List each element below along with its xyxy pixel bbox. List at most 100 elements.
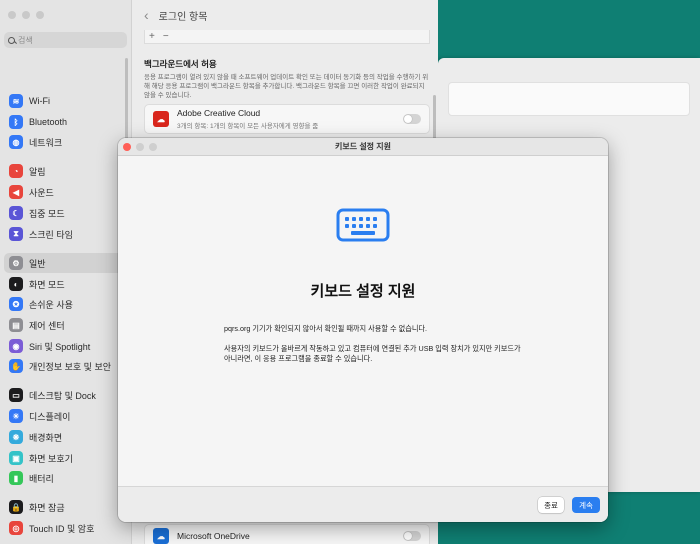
siri-icon: ◉ [9,339,23,353]
window-controls [8,11,44,19]
sidebar-item[interactable]: 🔒 화면 잠금 [4,497,128,517]
back-chevron-icon[interactable]: ‹ [144,8,149,22]
adobe-icon: ☁ [153,111,169,127]
lock-icon: 🔒 [9,500,23,514]
sidebar: ≋ Wi-Fi ᛒ Bluetooth ◍ 네트워크 ◔ 알림 ◀ 사운드 ☾ 집중 모드 ⧗ 스크린 타… [0,0,132,544]
zoom-window-button[interactable] [36,11,44,19]
item-name: Adobe Creative Cloud [177,108,261,118]
dialog-footer: 종료 계속 [118,486,608,522]
section-description: 응용 프로그램이 열려 있지 않을 때 소프트웨어 업데이트 확인 또는 데이터… [144,74,429,99]
dialog-heading: 키보드 설정 지원 [310,283,416,300]
keyboard-icon [336,208,390,242]
sidebar-item-label: Siri 및 Spotlight [29,341,91,352]
background-item-adobe: ☁ Adobe Creative Cloud 3개의 항목: 1개의 항목이 모… [144,104,430,134]
sidebar-item[interactable]: ᛒ Bluetooth [4,112,128,132]
sidebar-item-label: Wi-Fi [29,96,50,106]
dialog-minimize-button [136,143,144,151]
quit-button[interactable]: 종료 [538,497,564,513]
sidebar-item[interactable]: ▭ 데스크탑 및 Dock [4,385,128,405]
hand-icon: ✋ [9,359,23,373]
sidebar-item-label: Bluetooth [29,117,68,127]
wifi-icon: ≋ [9,94,23,108]
dialog-close-button[interactable] [123,143,131,151]
sidebar-item[interactable]: ◍ 네트워크 [4,132,128,152]
minimize-window-button[interactable] [22,11,30,19]
screensaver-icon: ▣ [9,451,23,465]
sidebar-item[interactable]: ≋ Wi-Fi [4,91,128,111]
appearance-icon: ◐ [9,277,23,291]
keyboard-setup-dialog: 키보드 설정 지원 키보드 설정 지원 pqrs.org 기기가 확인되지 않아… [118,138,608,522]
sidebar-item[interactable]: ✋ 개인정보 보호 및 보안 [4,356,128,376]
sidebar-item-label: 제어 센터 [29,320,65,331]
page-title: 로그인 항목 [158,11,208,23]
search-icon [8,36,15,44]
speaker-icon: ◀ [9,185,23,199]
sidebar-item[interactable]: ▣ 화면 보호기 [4,448,128,468]
dialog-window-title: 키보드 설정 지원 [335,142,391,151]
dialog-message-2: 사용자의 키보드가 올바르게 작동하고 있고 컴퓨터에 연결된 추가 USB 입… [224,344,521,363]
sidebar-item[interactable]: ▮ 배터리 [4,468,128,488]
search-input[interactable] [18,35,118,45]
sidebar-item[interactable]: ☀ 디스플레이 [4,406,128,426]
onedrive-icon: ☁ [153,528,169,544]
sidebar-item[interactable]: ◔ 알림 [4,161,128,181]
onedrive-toggle[interactable] [403,531,421,541]
adobe-toggle[interactable] [403,114,421,124]
item-name: Microsoft OneDrive [177,531,250,541]
sidebar-item-label: 배터리 [29,473,54,484]
dialog-titlebar: 키보드 설정 지원 [118,138,608,156]
sidebar-item-label: 배경화면 [29,432,63,443]
sidebar-item[interactable]: ❋ 배경화면 [4,427,128,447]
background-window-panel [448,82,690,116]
dock-icon: ▭ [9,388,23,402]
fingerprint-icon: ◎ [9,521,23,535]
add-item-button[interactable]: + [149,31,155,42]
sidebar-item-label: 일반 [29,258,46,269]
sidebar-item[interactable]: ▤ 제어 센터 [4,315,128,335]
sidebar-item[interactable]: ⧗ 스크린 타임 [4,224,128,244]
dialog-message-1: pqrs.org 기기가 확인되지 않아서 확인될 때까지 사용할 수 없습니다… [224,324,428,333]
control-center-icon: ▤ [9,318,23,332]
list-controls: + − [144,30,430,44]
sidebar-item-label: 디스플레이 [29,411,71,422]
sidebar-item-label: 집중 모드 [29,208,65,219]
dialog-body: 키보드 설정 지원 pqrs.org 기기가 확인되지 않아서 확인될 때까지 … [118,156,608,486]
sidebar-item-label: Touch ID 및 암호 [29,523,95,534]
sidebar-scrollbar[interactable] [125,58,128,148]
hourglass-icon: ⧗ [9,227,23,241]
item-detail: 3개의 항목: 1개의 항목이 모든 사용자에게 영향을 줌 [177,123,319,130]
battery-icon: ▮ [9,471,23,485]
search-field[interactable] [4,32,127,48]
gear-icon: ⚙ [9,256,23,270]
sidebar-item[interactable]: ◎ Touch ID 및 암호 [4,518,128,538]
sidebar-item[interactable]: ⚙ 일반 [4,253,128,273]
remove-item-button[interactable]: − [163,31,169,42]
continue-button[interactable]: 계속 [572,497,600,513]
pane-header: ‹ 로그인 항목 [132,0,438,30]
sidebar-item-label: 알림 [29,166,46,177]
close-window-button[interactable] [8,11,16,19]
bluetooth-icon: ᛒ [9,115,23,129]
sidebar-item-label: 화면 잠금 [29,502,65,513]
sidebar-item[interactable]: ◐ 화면 모드 [4,274,128,294]
accessibility-icon: ✪ [9,297,23,311]
sidebar-item[interactable]: ◀ 사운드 [4,182,128,202]
sidebar-item-label: 손쉬운 사용 [29,299,73,310]
background-section: 백그라운드에서 허용 응용 프로그램이 열려 있지 않을 때 소프트웨어 업데이… [144,58,430,100]
sidebar-item-label: 개인정보 보호 및 보안 [29,361,112,372]
sidebar-item-label: 화면 모드 [29,279,65,290]
sidebar-item-label: 화면 보호기 [29,453,73,464]
section-title: 백그라운드에서 허용 [144,59,217,69]
display-icon: ☀ [9,409,23,423]
dialog-window-controls [123,143,157,151]
sidebar-item[interactable]: ✪ 손쉬운 사용 [4,294,128,314]
sidebar-item-label: 네트워크 [29,137,63,148]
sidebar-item[interactable]: ☾ 집중 모드 [4,203,128,223]
sidebar-item-label: 사운드 [29,187,54,198]
globe-icon: ◍ [9,135,23,149]
sidebar-item-label: 스크린 타임 [29,229,73,240]
sidebar-item[interactable]: ◉ Siri 및 Spotlight [4,336,128,356]
dialog-zoom-button [149,143,157,151]
bell-icon: ◔ [9,164,23,178]
background-item-onedrive: ☁ Microsoft OneDrive [144,524,430,544]
